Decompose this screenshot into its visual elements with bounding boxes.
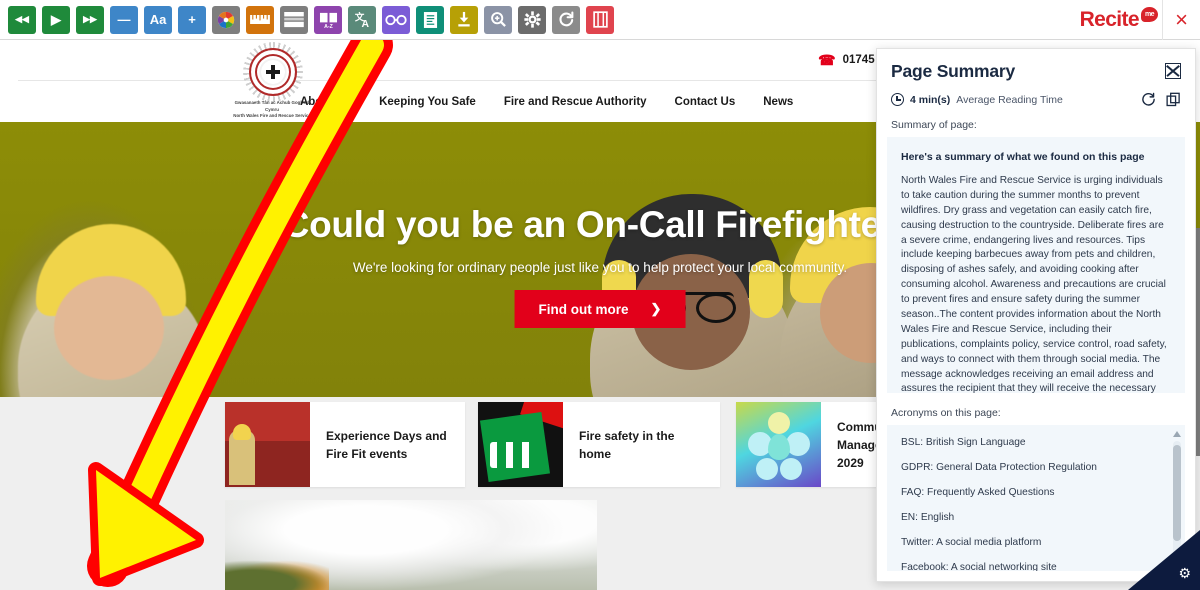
chevron-right-icon: ❯ <box>650 301 662 316</box>
promo-card-thumbnail <box>736 402 821 487</box>
phone-icon: ☎ <box>818 51 836 68</box>
nav-item-contact-us[interactable]: Contact Us <box>675 96 736 108</box>
dictionary-book-icon: A-Z <box>319 11 338 29</box>
recite-me-badge: me <box>1141 7 1158 22</box>
acronym-item: GDPR: General Data Protection Regulation <box>901 462 1097 473</box>
increase-text-button[interactable]: + <box>178 5 206 34</box>
colour-button[interactable] <box>212 5 240 34</box>
nav-item-news[interactable]: News <box>763 96 793 108</box>
cta-label: Find out more <box>538 301 629 317</box>
reading-time-value: 4 min(s) <box>910 93 951 106</box>
copy-icon[interactable] <box>1166 92 1181 107</box>
acronym-item: EN: English <box>901 512 955 523</box>
face-shape <box>54 276 164 380</box>
accessibility-settings-corner[interactable]: ⚙ <box>1128 530 1200 590</box>
scrollbar-thumb[interactable] <box>1173 445 1181 541</box>
scroll-up-arrow-icon[interactable] <box>1173 431 1181 437</box>
summary-body-text: North Wales Fire and Rescue Service is u… <box>901 175 1167 393</box>
scrubland-detail <box>225 560 329 590</box>
margins-button[interactable] <box>586 5 614 34</box>
page-summary-title: Page Summary <box>891 61 1016 81</box>
translate-icon: 文A <box>353 11 372 29</box>
reading-time-row: 4 min(s) Average Reading Time <box>877 82 1195 107</box>
nav-item-fire-and-rescue-authority[interactable]: Fire and Rescue Authority <box>504 96 647 108</box>
translate-button[interactable]: 文A <box>348 5 376 34</box>
forward-button[interactable]: ▶▶ <box>76 5 104 34</box>
magnifier-button[interactable] <box>484 5 512 34</box>
svg-text:A: A <box>361 19 369 29</box>
thumb-decoration <box>768 412 790 434</box>
clock-icon <box>891 93 904 106</box>
svg-text:A-Z: A-Z <box>324 24 333 29</box>
close-toolbar-button[interactable]: × <box>1162 0 1200 40</box>
reset-button[interactable] <box>552 5 580 34</box>
play-icon: ▶ <box>51 12 61 27</box>
gear-icon <box>523 11 541 28</box>
plus-icon: + <box>188 12 196 27</box>
fast-forward-icon: ▶▶ <box>83 14 97 24</box>
wildfire-smoke-image[interactable] <box>225 500 597 590</box>
promo-card[interactable]: Experience Days and Fire Fit events <box>225 402 465 487</box>
dictionary-button[interactable]: A-Z <box>314 5 342 34</box>
acronyms-label: Acronyms on this page: <box>891 407 1001 419</box>
screenshot-root: ◀◀▶▶▶—Aa+A-Z文A Reciteme × ☎ 01745 535 25… <box>0 0 1200 590</box>
find-out-more-button[interactable]: Find out more ❯ <box>514 290 686 328</box>
thumb-decoration <box>490 442 538 468</box>
document-text-icon <box>423 11 438 29</box>
close-panel-button[interactable] <box>1165 63 1181 79</box>
recite-logo-text: Recite <box>1079 7 1140 31</box>
crest-cross-icon <box>266 65 280 79</box>
refresh-icon[interactable] <box>1141 92 1156 107</box>
ruler-icon <box>250 15 270 24</box>
reset-icon <box>558 11 575 28</box>
promo-card-title: Experience Days and Fire Fit events <box>326 428 447 461</box>
screen-mask-button[interactable] <box>280 5 308 34</box>
colour-wheel-icon <box>217 11 235 29</box>
promo-card-title: Fire safety in the home <box>579 428 675 461</box>
recite-me-logo: Recite me <box>1079 7 1162 32</box>
reading-time-label: Average Reading Time <box>956 93 1063 106</box>
promo-card[interactable]: Fire safety in the home <box>478 402 720 487</box>
reading-time-group: 4 min(s) Average Reading Time <box>891 93 1063 106</box>
magnifier-icon <box>490 11 507 28</box>
toolbar-button-group: ◀◀ ▶ ▶▶ — Aa + A-Z 文 A <box>0 5 614 34</box>
thumb-decoration <box>768 434 790 460</box>
summary-content-box: Here's a summary of what we found on thi… <box>887 137 1185 393</box>
screen-mask-icon <box>284 11 304 28</box>
settings-button[interactable] <box>518 5 546 34</box>
rewind-button[interactable]: ◀◀ <box>8 5 36 34</box>
hero-firefighter-left <box>18 224 208 397</box>
recite-me-toolbar: ◀◀ ▶ ▶▶ — Aa + A-Z 文 A Recite me × <box>0 0 1200 40</box>
gear-icon: ⚙ <box>1178 565 1191 581</box>
text-mode-button[interactable] <box>416 5 444 34</box>
thumb-decoration <box>756 458 778 480</box>
panel-action-group <box>1141 92 1181 107</box>
summary-heading: Here's a summary of what we found on thi… <box>901 151 1145 163</box>
play-button[interactable]: ▶ <box>42 5 70 34</box>
margins-icon <box>592 11 608 28</box>
acronym-item: FAQ: Frequently Asked Questions <box>901 487 1055 498</box>
page-summary-panel: Page Summary 4 min(s) Average Reading Ti… <box>876 48 1196 582</box>
page-summary-button[interactable] <box>382 5 410 34</box>
summary-of-page-label: Summary of page: <box>891 119 977 131</box>
decrease-text-button[interactable]: — <box>110 5 138 34</box>
download-audio-button[interactable] <box>450 5 478 34</box>
font-aa-icon: Aa <box>149 12 167 27</box>
nav-item-keeping-you-safe[interactable]: Keeping You Safe <box>379 96 476 108</box>
thumb-decoration <box>780 458 802 480</box>
glasses-icon <box>385 14 407 26</box>
nav-item-about-us[interactable]: About Us <box>300 96 351 108</box>
ruler-button[interactable] <box>246 5 274 34</box>
promo-card-thumbnail <box>225 402 310 487</box>
minus-icon: — <box>117 12 131 27</box>
download-icon <box>456 11 472 28</box>
rewind-icon: ◀◀ <box>15 14 29 24</box>
page-summary-header: Page Summary <box>877 49 1195 82</box>
font-button[interactable]: Aa <box>144 5 172 34</box>
promo-card-thumbnail <box>478 402 563 487</box>
acronym-item: BSL: British Sign Language <box>901 437 1026 448</box>
